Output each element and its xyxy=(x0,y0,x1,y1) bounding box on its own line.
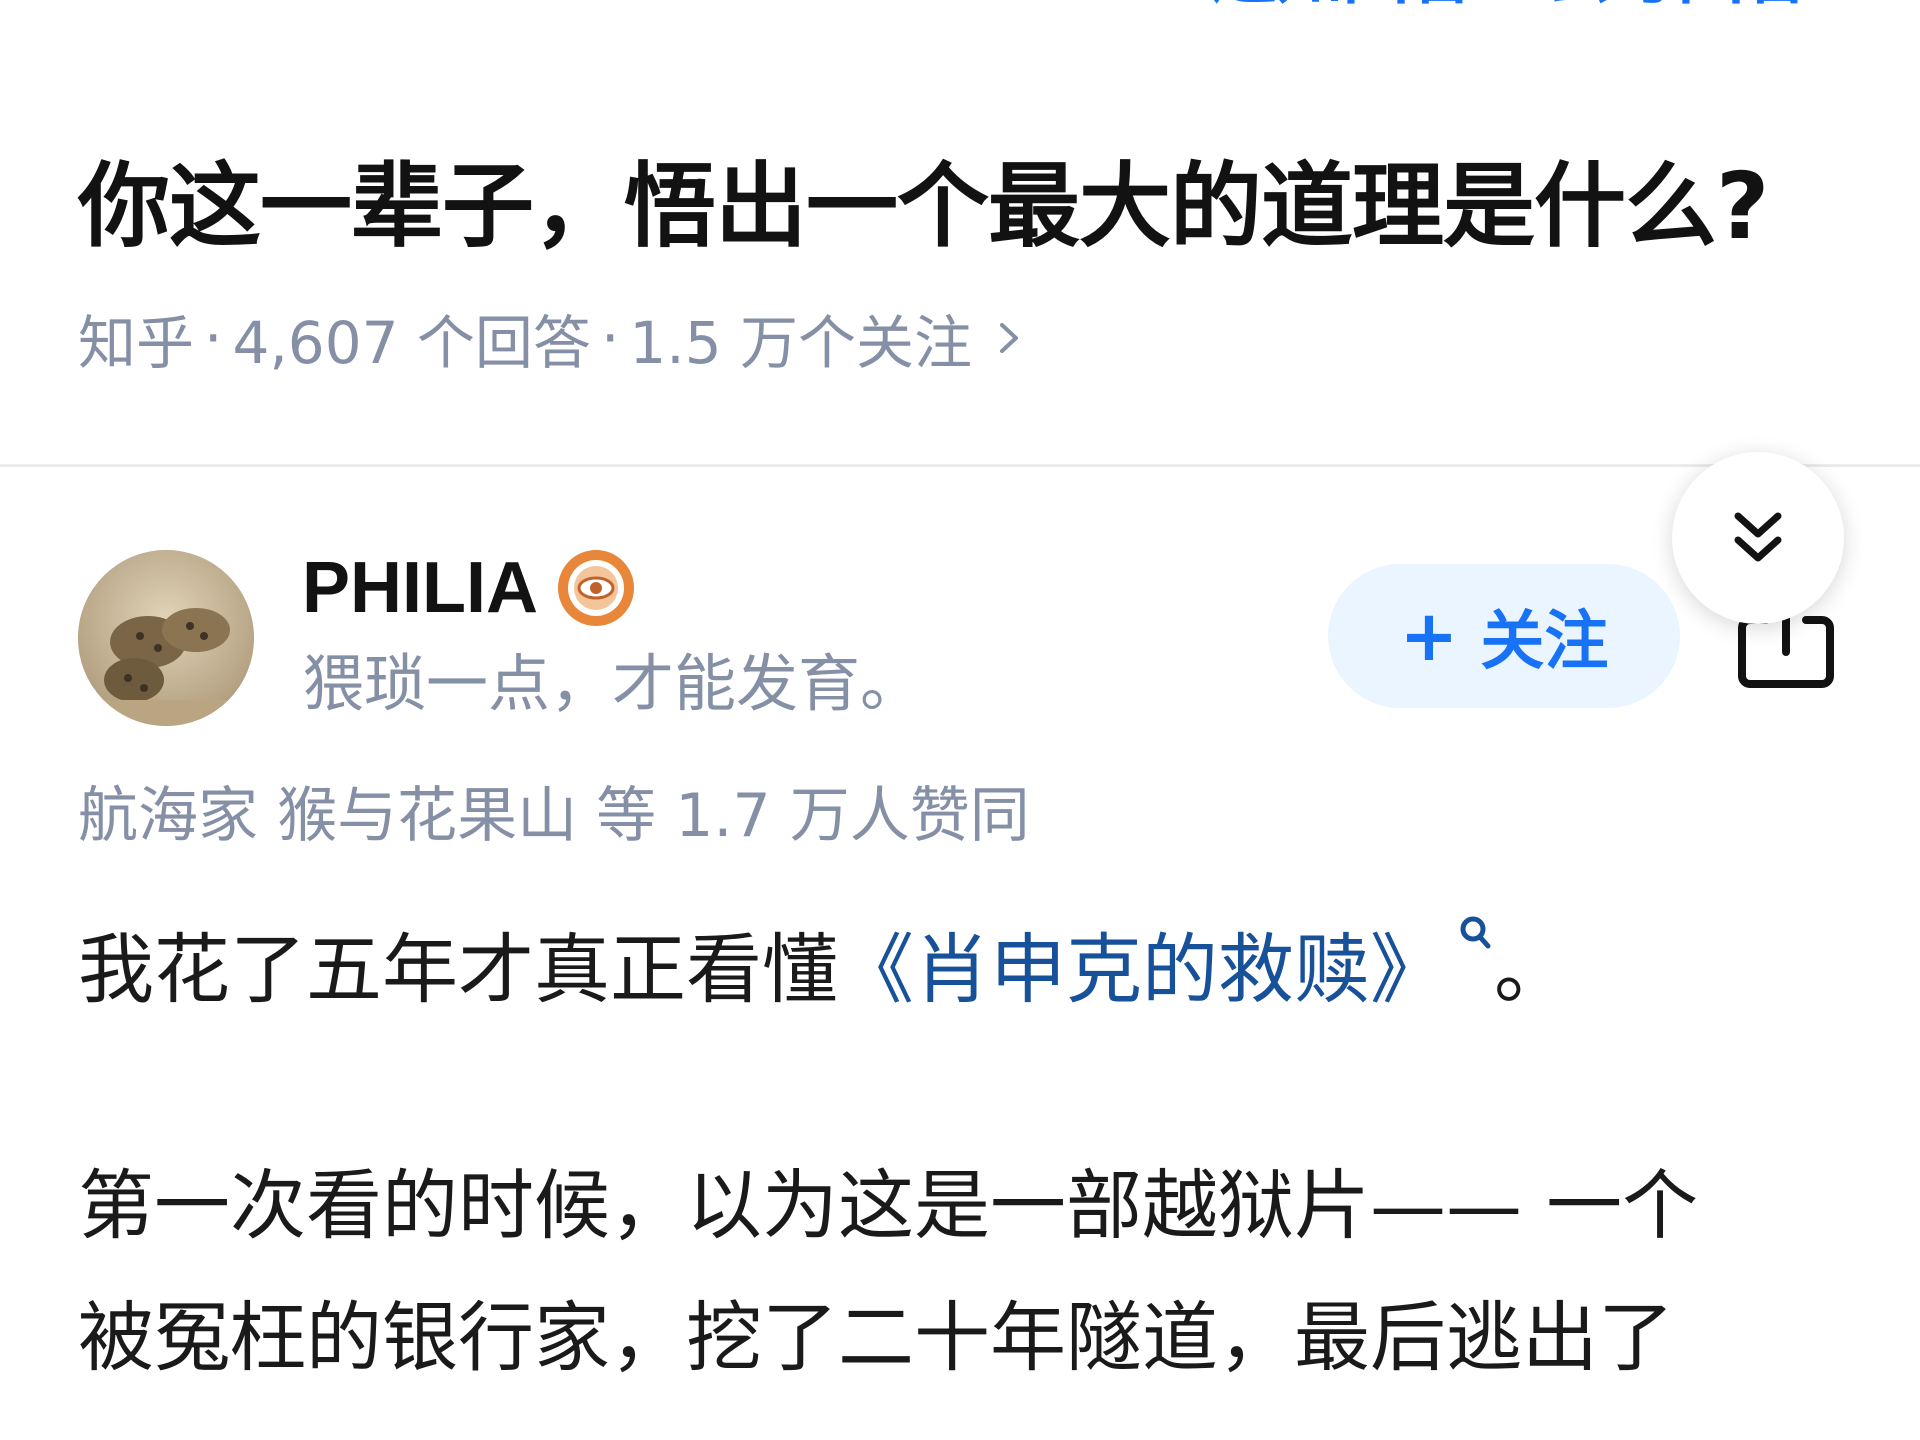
answer-count: 4,607 个回答 xyxy=(232,309,591,377)
back-icon[interactable] xyxy=(96,0,144,2)
collapse-button[interactable] xyxy=(1672,452,1844,624)
author-name[interactable]: PHILIA xyxy=(302,548,538,628)
movie-search-link[interactable]: 《肖申克的救赎》 xyxy=(838,925,1446,1014)
top-nav-actions[interactable]: …通知回答 · 去写回答 xyxy=(1010,0,1810,10)
eye-badge-icon xyxy=(558,550,634,626)
plus-icon: + xyxy=(1399,595,1459,677)
question-title[interactable]: 你这一辈子，悟出一个最大的道理是什么? xyxy=(78,150,1858,264)
avatar[interactable] xyxy=(78,550,254,726)
follower-count: 1.5 万个关注 xyxy=(629,309,973,377)
top-nav: …通知回答 · 去写回答 xyxy=(0,0,1920,10)
question-meta[interactable]: 知乎 · 4,607 个回答 · 1.5 万个关注 xyxy=(78,298,1024,378)
divider xyxy=(0,464,1920,467)
double-chevron-down-icon xyxy=(1734,512,1782,562)
follow-label: 关注 xyxy=(1480,605,1609,679)
answer-paragraph: 第一次看的时候，以为这是一部越狱片—— 一个 xyxy=(78,1161,1699,1250)
search-icon[interactable] xyxy=(1458,914,1492,954)
chevron-right-icon xyxy=(1000,323,1019,353)
answer-text: 。 xyxy=(1494,925,1570,1014)
follow-button[interactable]: + 关注 xyxy=(1328,564,1680,708)
upvote-summary[interactable]: 航海家 猴与花果山 等 1.7 万人赞同 xyxy=(78,776,1030,856)
meta-separator: · xyxy=(204,304,223,372)
meta-separator: · xyxy=(600,304,620,372)
answer-text: 我花了五年才真正看懂 xyxy=(78,925,838,1014)
answer-paragraph: 我花了五年才真正看懂《肖申克的救赎》 。 xyxy=(78,900,1868,1040)
avatar-image xyxy=(78,550,254,726)
answer-paragraph: 被冤枉的银行家，挖了二十年隧道，最后逃出了 xyxy=(78,1293,1674,1382)
author-bio: 猥琐一点，才能发育。 xyxy=(302,647,923,720)
question-source: 知乎 xyxy=(78,309,195,377)
